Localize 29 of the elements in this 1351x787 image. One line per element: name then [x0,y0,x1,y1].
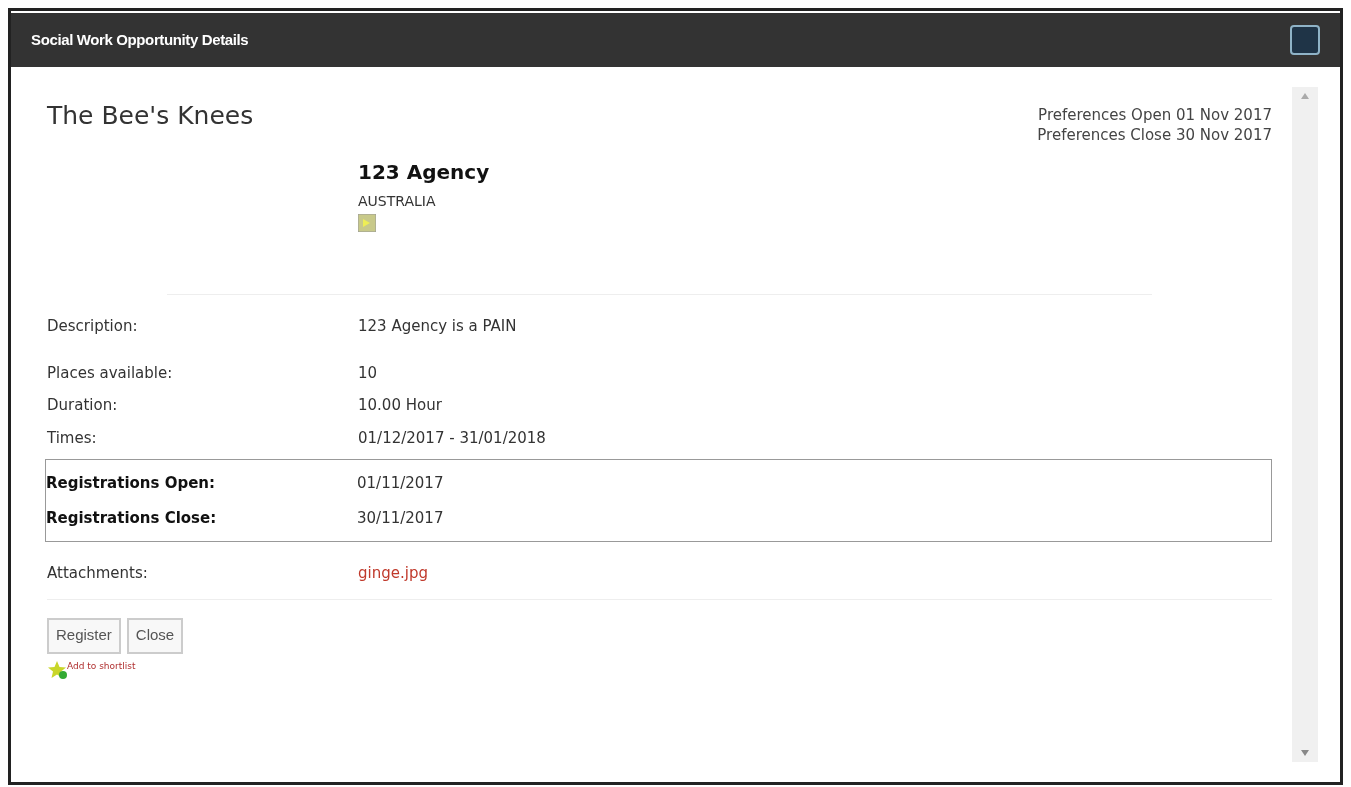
scroll-down-icon[interactable] [1301,750,1309,756]
registration-date: 01/11/2017 [357,473,444,494]
registration-label: Registrations Close: [46,507,218,529]
registration-label: Registrations Open: [46,473,216,494]
field-value: 01/12/2017 - 31/01/2018 [358,427,546,449]
registration-date: 30/11/2017 [357,507,444,529]
preference-date: Preferences Close 30 Nov 2017 [1037,125,1272,145]
field-value: 10 [358,362,378,384]
field-value: 123 Agency is a PAIN [358,316,517,337]
maximize-button[interactable] [1290,25,1320,55]
agency-name: 123 Agency [358,159,490,186]
preference-date: Preferences Open 01 Nov 2017 [1038,105,1272,125]
field-label: Description: [47,316,139,337]
image-placeholder-icon [358,214,376,232]
scroll-up-icon[interactable] [1301,93,1309,99]
agency-country: AUSTRALIA [358,192,436,211]
field-label: Places available: [47,362,174,384]
window-title: Social Work Opportunity Details [31,29,249,50]
shortlist-link[interactable]: Add to shortlist [67,659,136,673]
field-label: Attachments: [47,563,149,584]
field-label: Times: [47,427,98,449]
attachment-link[interactable]: ginge.jpg [358,562,428,585]
action-button[interactable]: Register [47,617,121,654]
field-label: Duration: [47,395,119,416]
opportunity-title: The Bee's Knees [47,100,254,132]
field-value: 10.00 Hour [358,395,442,416]
scrollbar[interactable] [1292,87,1318,762]
star-icon [47,659,69,680]
action-button[interactable]: Close [126,617,184,654]
